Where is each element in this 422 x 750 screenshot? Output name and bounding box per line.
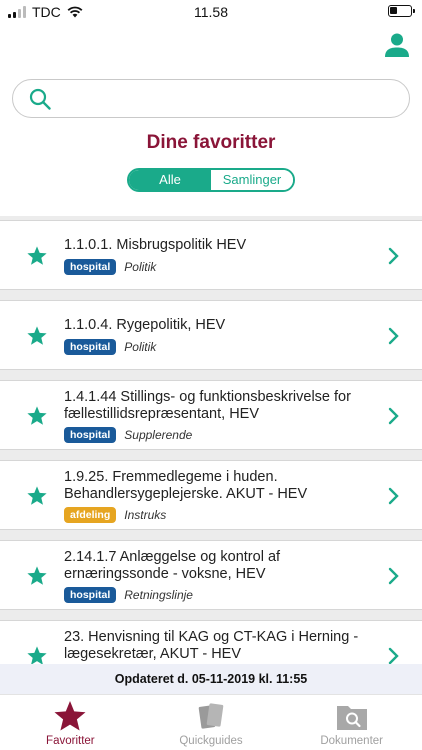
tab-documents[interactable]: Dokumenter bbox=[281, 695, 422, 750]
updated-banner: Opdateret d. 05-11-2019 kl. 11:55 bbox=[0, 664, 422, 694]
chevron-right-icon bbox=[388, 647, 399, 664]
star-icon[interactable] bbox=[26, 405, 48, 427]
favorite-item[interactable]: 23. Henvisning til KAG og CT-KAG i Herni… bbox=[0, 620, 422, 664]
favorite-title: 1.9.25. Fremmedlegeme i huden. Behandler… bbox=[64, 469, 308, 502]
favorite-title: 1.1.0.1. Misbrugspolitik HEV bbox=[64, 237, 247, 253]
documents-icon bbox=[336, 706, 367, 730]
favorite-title: 1.1.0.4. Rygepolitik, HEV bbox=[64, 317, 226, 333]
category-label: Retningslinje bbox=[124, 588, 193, 602]
status-time: 11.58 bbox=[194, 4, 228, 20]
star-icon bbox=[54, 701, 86, 731]
favorite-meta: hospital Politik bbox=[64, 259, 156, 275]
tag-badge: hospital bbox=[64, 259, 117, 275]
chevron-right-icon bbox=[388, 407, 399, 425]
chevron-right-icon bbox=[388, 247, 399, 265]
favorite-title: 1.4.1.44 Stillings- og funktionsbeskrive… bbox=[64, 389, 351, 422]
battery-icon bbox=[388, 5, 415, 17]
star-icon[interactable] bbox=[26, 325, 48, 347]
favorite-item[interactable]: 1.1.0.4. Rygepolitik, HEV hospital Polit… bbox=[0, 300, 422, 370]
tab-label: Favoritter bbox=[46, 735, 95, 747]
search-input[interactable] bbox=[61, 86, 401, 112]
tab-quickguides[interactable]: Quickguides bbox=[141, 695, 282, 750]
segment-collections[interactable]: Samlinger bbox=[211, 170, 293, 190]
star-icon[interactable] bbox=[26, 565, 48, 587]
category-label: Supplerende bbox=[124, 428, 193, 442]
tag-badge: hospital bbox=[64, 339, 117, 355]
status-bar: TDC 11.58 bbox=[0, 0, 422, 24]
search-bar[interactable] bbox=[12, 79, 410, 118]
tag-badge: hospital bbox=[64, 427, 117, 443]
chevron-right-icon bbox=[388, 327, 399, 345]
chevron-right-icon bbox=[388, 487, 399, 505]
search-icon bbox=[29, 88, 51, 110]
star-icon[interactable] bbox=[26, 485, 48, 507]
favorites-list: 1.1.0.1. Misbrugspolitik HEV hospital Po… bbox=[0, 216, 422, 664]
tab-favorites[interactable]: Favoritter bbox=[0, 695, 141, 750]
favorite-meta: hospital Retningslinje bbox=[64, 587, 193, 603]
favorite-item[interactable]: 1.9.25. Fremmedlegeme i huden. Behandler… bbox=[0, 460, 422, 530]
segment-control: Alle Samlinger bbox=[127, 168, 295, 192]
favorite-item[interactable]: 1.4.1.44 Stillings- og funktionsbeskrive… bbox=[0, 380, 422, 450]
category-label: Politik bbox=[124, 260, 157, 274]
favorite-item[interactable]: 1.1.0.1. Misbrugspolitik HEV hospital Po… bbox=[0, 220, 422, 290]
favorite-title: 23. Henvisning til KAG og CT-KAG i Herni… bbox=[64, 629, 359, 662]
tag-badge: hospital bbox=[64, 587, 117, 603]
category-label: Instruks bbox=[124, 508, 167, 522]
segment-all[interactable]: Alle bbox=[129, 170, 211, 190]
favorite-meta: hospital Supplerende bbox=[64, 427, 192, 443]
favorite-title: 2.14.1.7 Anlæggelse og kontrol af ernæri… bbox=[64, 549, 281, 582]
category-label: Politik bbox=[124, 340, 157, 354]
quickguides-icon bbox=[198, 703, 224, 729]
star-icon[interactable] bbox=[26, 645, 48, 664]
favorite-item[interactable]: 2.14.1.7 Anlæggelse og kontrol af ernæri… bbox=[0, 540, 422, 610]
star-icon[interactable] bbox=[26, 245, 48, 267]
tab-label: Quickguides bbox=[179, 735, 243, 747]
profile-icon[interactable] bbox=[384, 32, 410, 58]
tag-badge: afdeling bbox=[64, 507, 117, 523]
tab-bar: Favoritter Quickguides Dokumenter bbox=[0, 694, 422, 750]
tab-label: Dokumenter bbox=[320, 735, 383, 747]
page-title: Dine favoritter bbox=[146, 132, 276, 153]
chevron-right-icon bbox=[388, 567, 399, 585]
favorite-meta: hospital Politik bbox=[64, 339, 156, 355]
favorite-meta: afdeling Instruks bbox=[64, 507, 166, 523]
